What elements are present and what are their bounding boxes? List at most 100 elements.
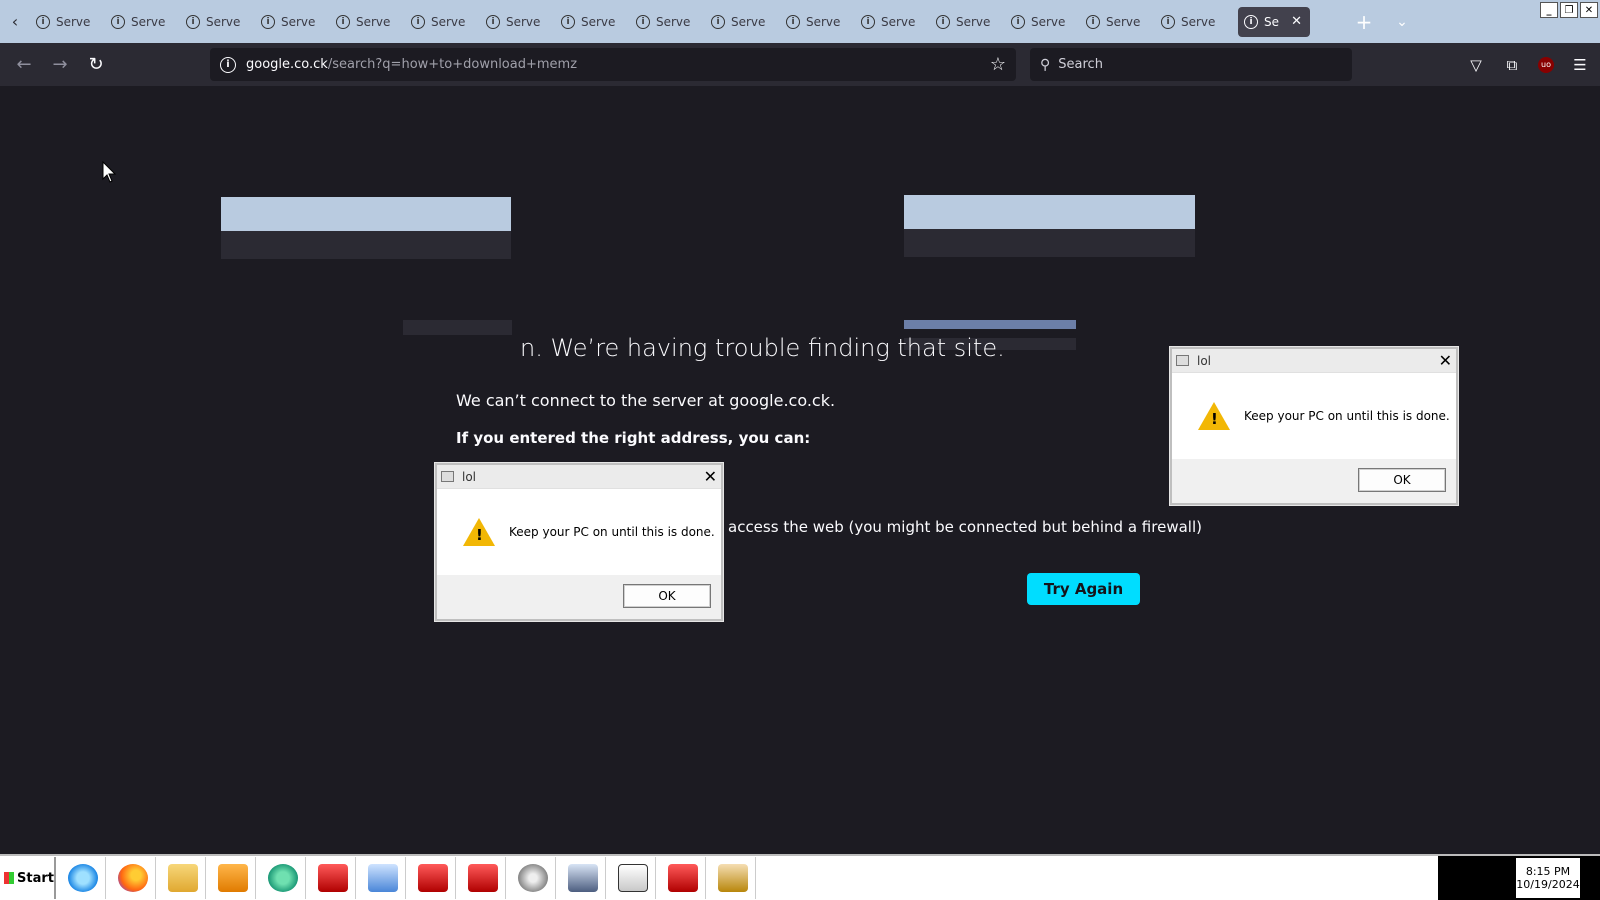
dialog-footer: OK — [437, 575, 721, 619]
speaker-icon[interactable] — [510, 857, 556, 899]
new-tab-button[interactable]: + — [1344, 10, 1384, 34]
tab[interactable]: i Serve — [630, 7, 705, 37]
url-bar[interactable]: i google.co.ck/search?q=how+to+download+… — [210, 48, 1016, 81]
minimize-icon[interactable]: _ — [1540, 2, 1558, 18]
tab[interactable]: i Serve — [255, 7, 330, 37]
start-button[interactable]: Start — [0, 857, 56, 899]
toolbox-icon[interactable] — [310, 857, 356, 899]
tab-bar: ‹ i Serve i Serve i Serve i Serve i Serve i Se… — [0, 0, 1600, 43]
message-dialog: lol ✕ ! Keep your PC on until this is do… — [435, 463, 723, 621]
printer-icon[interactable] — [710, 857, 756, 899]
reload-icon: ↻ — [88, 54, 104, 75]
computer-icon[interactable] — [560, 857, 606, 899]
glitch-fragment — [221, 197, 511, 259]
info-icon: i — [786, 14, 800, 29]
close-tab-icon[interactable]: ✕ — [1291, 14, 1302, 29]
toolbox-icon[interactable] — [410, 857, 456, 899]
tab[interactable]: i Serve — [180, 7, 255, 37]
scroll-tabs-left-icon[interactable]: ‹ — [0, 0, 30, 43]
clock[interactable]: 8:15 PM 10/19/2024 — [1516, 858, 1580, 898]
dialog-title: lol — [462, 469, 477, 484]
info-icon: i — [261, 14, 275, 29]
tab-list-button[interactable]: ⌄ — [1384, 14, 1420, 30]
info-icon: i — [861, 14, 875, 29]
search-placeholder: Search — [1058, 57, 1103, 72]
tab[interactable]: i Serve — [30, 7, 105, 37]
file-explorer-icon[interactable] — [160, 857, 206, 899]
error-description: We can’t connect to the server at google… — [456, 391, 836, 410]
start-label: Start — [17, 870, 54, 886]
clock-date: 10/19/2024 — [1516, 878, 1580, 891]
tab[interactable]: i Serve — [405, 7, 480, 37]
calculator-icon[interactable] — [610, 857, 656, 899]
clock-time: 8:15 PM — [1525, 865, 1571, 878]
tab[interactable]: i Serve — [780, 7, 855, 37]
app-icon — [441, 471, 454, 482]
back-button[interactable]: ← — [6, 47, 42, 83]
toolbox-icon[interactable] — [660, 857, 706, 899]
ok-button[interactable]: OK — [623, 584, 711, 608]
tab[interactable]: i Serve — [930, 7, 1005, 37]
site-info-icon[interactable]: i — [220, 56, 236, 73]
dialog-body: ! Keep your PC on until this is done. — [1172, 373, 1456, 459]
taskbar: Start 8:15 PM 10/19/2024 — [0, 854, 1600, 900]
bookmark-star-icon[interactable]: ☆ — [990, 54, 1006, 75]
extensions-icon[interactable]: ⧉ — [1502, 55, 1522, 75]
window-close-icon[interactable]: ✕ — [1580, 2, 1598, 18]
tab[interactable]: i Serve — [1005, 7, 1080, 37]
windows-logo-icon — [4, 872, 15, 884]
dialog-close-icon[interactable]: ✕ — [704, 467, 717, 486]
tab[interactable]: i Serve — [330, 7, 405, 37]
media-player-icon[interactable] — [210, 857, 256, 899]
message-dialog: lol ✕ ! Keep your PC on until this is do… — [1170, 347, 1458, 505]
info-icon: i — [411, 14, 425, 29]
info-icon: i — [1086, 14, 1100, 29]
dialog-title: lol — [1197, 353, 1212, 368]
dialog-footer: OK — [1172, 459, 1456, 503]
firefox-icon[interactable] — [110, 857, 156, 899]
tab[interactable]: i Serve — [855, 7, 930, 37]
back-arrow-icon: ← — [16, 54, 32, 75]
info-icon: i — [711, 14, 725, 29]
info-icon: i — [1161, 14, 1175, 29]
tab[interactable]: i Serve — [105, 7, 180, 37]
toolbox-icon[interactable] — [460, 857, 506, 899]
menu-icon[interactable]: ☰ — [1570, 55, 1590, 75]
info-icon: i — [561, 14, 575, 29]
error-suggestions-heading: If you entered the right address, you ca… — [456, 429, 811, 447]
tab[interactable]: i Serve — [705, 7, 780, 37]
dialog-message: Keep your PC on until this is done. — [1244, 409, 1450, 423]
dialog-body: ! Keep your PC on until this is done. — [437, 489, 721, 575]
info-icon: i — [1244, 14, 1258, 29]
forward-arrow-icon: → — [52, 54, 68, 75]
tab-active[interactable]: i Se ✕ — [1238, 6, 1310, 37]
url-path: /search?q=how+to+download+memz — [327, 57, 578, 72]
try-again-button[interactable]: Try Again — [1027, 573, 1140, 605]
control-panel-icon[interactable] — [360, 857, 406, 899]
internet-explorer-icon[interactable] — [60, 857, 106, 899]
system-tray: 8:15 PM 10/19/2024 — [1438, 856, 1600, 900]
nav-bar: ← → ↻ i google.co.ck/search?q=how+to+dow… — [0, 43, 1600, 86]
pocket-icon[interactable]: ▽ — [1466, 55, 1486, 75]
info-icon: i — [636, 14, 650, 29]
info-icon: i — [336, 14, 350, 29]
ublock-icon[interactable]: uo — [1538, 56, 1554, 73]
dialog-message: Keep your PC on until this is done. — [509, 525, 715, 539]
forward-button[interactable]: → — [42, 47, 78, 83]
tab[interactable]: i Serve — [480, 7, 555, 37]
error-suggestion-item: access the web (you might be connected b… — [728, 518, 1202, 536]
info-icon: i — [1011, 14, 1025, 29]
tab[interactable]: i Serve — [1080, 7, 1155, 37]
dialog-titlebar: lol ✕ — [1172, 349, 1456, 373]
toolbar-icons: ▽ ⧉ uo ☰ — [1466, 48, 1590, 81]
tab[interactable]: i Serve — [1155, 7, 1230, 37]
globe-app-icon[interactable] — [260, 857, 306, 899]
reload-button[interactable]: ↻ — [78, 47, 114, 83]
tab[interactable]: i Serve — [555, 7, 630, 37]
info-icon: i — [936, 14, 950, 29]
search-input[interactable]: ⚲ Search — [1030, 48, 1352, 81]
ok-button[interactable]: OK — [1358, 468, 1446, 492]
info-icon: i — [486, 14, 500, 29]
dialog-close-icon[interactable]: ✕ — [1439, 351, 1452, 370]
restore-icon[interactable]: ❐ — [1560, 2, 1578, 18]
